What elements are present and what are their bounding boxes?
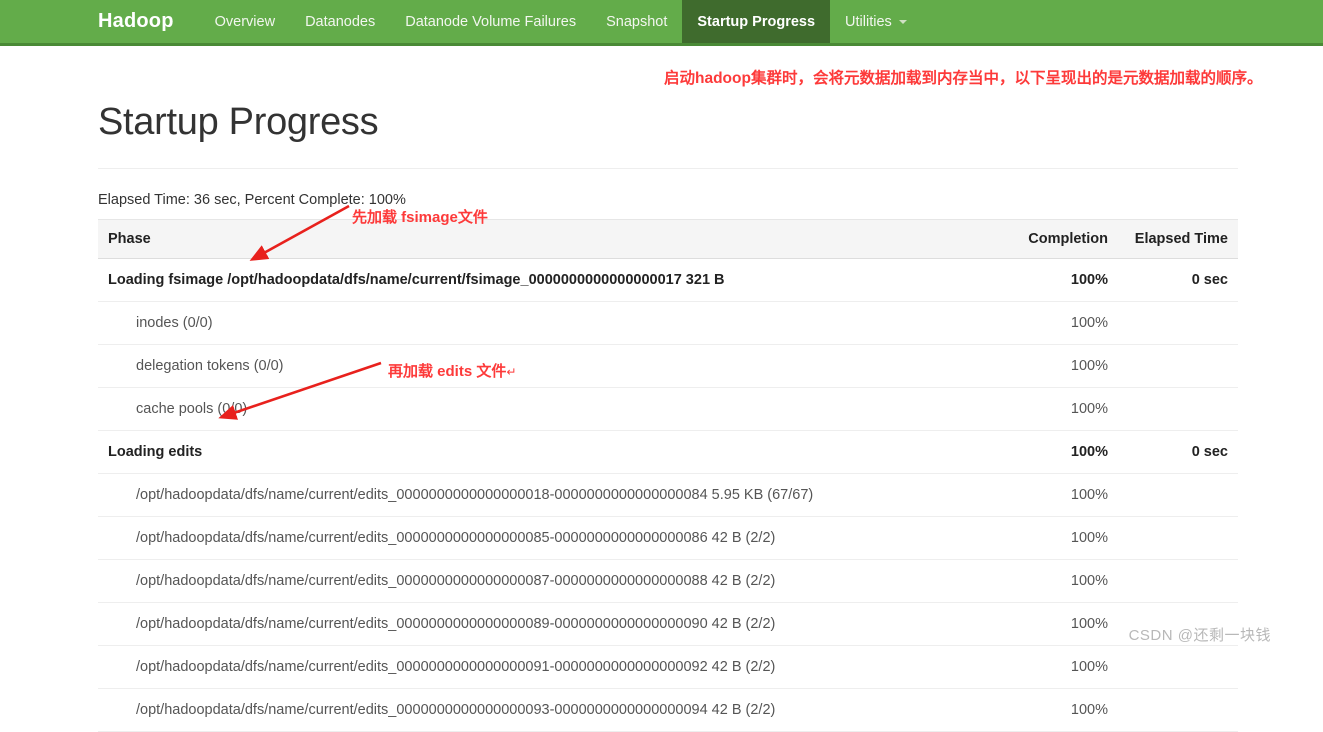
- cell-completion: 100%: [958, 559, 1118, 603]
- cell-phase: cache pools (0/0): [98, 387, 958, 431]
- cell-completion: 100%: [958, 430, 1118, 474]
- startup-progress-table: Phase Completion Elapsed Time Loading fs…: [98, 218, 1238, 732]
- cell-completion: 100%: [958, 301, 1118, 345]
- top-navbar: Hadoop Overview Datanodes Datanode Volum…: [0, 0, 1323, 46]
- cell-elapsed-time: [1118, 387, 1238, 431]
- cell-phase-label: delegation tokens (0/0): [136, 357, 284, 374]
- nav-item-startup-progress[interactable]: Startup Progress: [682, 0, 831, 43]
- cell-elapsed-time: [1118, 688, 1238, 732]
- cell-phase-label: /opt/hadoopdata/dfs/name/current/edits_0…: [136, 529, 776, 546]
- cell-elapsed-time: [1118, 559, 1238, 603]
- cell-elapsed-time: 0 sec: [1118, 258, 1238, 302]
- cell-phase-label: /opt/hadoopdata/dfs/name/current/edits_0…: [136, 701, 776, 718]
- annotation-edits-pilcrow: ↵: [506, 365, 517, 379]
- table-head: Phase Completion Elapsed Time: [98, 218, 1238, 259]
- nav-item-overview[interactable]: Overview: [200, 0, 290, 43]
- annotation-top-note: 启动hadoop集群时，会将元数据加载到内存当中，以下呈现出的是元数据加载的顺序…: [664, 70, 1263, 87]
- table-row: cache pools (0/0) 100%: [98, 387, 1238, 431]
- table-row: Loading edits 100% 0 sec: [98, 430, 1238, 474]
- table-row: /opt/hadoopdata/dfs/name/current/edits_0…: [98, 473, 1238, 517]
- cell-phase: Loading fsimage /opt/hadoopdata/dfs/name…: [98, 258, 958, 302]
- table-body: Loading fsimage /opt/hadoopdata/dfs/name…: [98, 258, 1238, 732]
- nav-item-datanodes[interactable]: Datanodes: [290, 0, 390, 43]
- cell-phase-label: /opt/hadoopdata/dfs/name/current/edits_0…: [136, 486, 814, 503]
- cell-phase: /opt/hadoopdata/dfs/name/current/edits_0…: [98, 516, 958, 560]
- cell-phase: /opt/hadoopdata/dfs/name/current/edits_0…: [98, 559, 958, 603]
- chevron-down-icon: [898, 19, 907, 24]
- cell-completion: 100%: [958, 387, 1118, 431]
- cell-phase: inodes (0/0): [98, 301, 958, 345]
- annotation-edits-note: 再加载 edits 文件↵: [388, 361, 516, 383]
- cell-elapsed-time: [1118, 473, 1238, 517]
- page-content: Startup Progress Elapsed Time: 36 sec, P…: [0, 101, 1323, 732]
- cell-phase-label: /opt/hadoopdata/dfs/name/current/edits_0…: [136, 572, 776, 589]
- table-row: /opt/hadoopdata/dfs/name/current/edits_0…: [98, 602, 1238, 646]
- column-header-phase: Phase: [98, 218, 958, 259]
- brand-logo[interactable]: Hadoop: [98, 0, 200, 43]
- nav-item-utilities[interactable]: Utilities: [830, 0, 922, 43]
- cell-elapsed-time: 0 sec: [1118, 430, 1238, 474]
- column-header-elapsed-time: Elapsed Time: [1118, 218, 1238, 259]
- table-row: /opt/hadoopdata/dfs/name/current/edits_0…: [98, 688, 1238, 732]
- table-row: /opt/hadoopdata/dfs/name/current/edits_0…: [98, 559, 1238, 603]
- elapsed-summary: Elapsed Time: 36 sec, Percent Complete: …: [98, 191, 406, 208]
- cell-completion: 100%: [958, 516, 1118, 560]
- table-row: /opt/hadoopdata/dfs/name/current/edits_0…: [98, 645, 1238, 689]
- cell-phase-label: inodes (0/0): [136, 314, 213, 331]
- table-row: delegation tokens (0/0) 100%: [98, 344, 1238, 388]
- cell-phase-label: /opt/hadoopdata/dfs/name/current/edits_0…: [136, 658, 776, 675]
- cell-phase: Loading edits: [98, 430, 958, 474]
- annotation-fsimage-note: 先加载 fsimage文件: [352, 207, 488, 229]
- cell-completion: 100%: [958, 473, 1118, 517]
- nav-item-datanode-volume-failures[interactable]: Datanode Volume Failures: [390, 0, 591, 43]
- nav-item-snapshot[interactable]: Snapshot: [591, 0, 682, 43]
- cell-completion: 100%: [958, 688, 1118, 732]
- cell-completion: 100%: [958, 602, 1118, 646]
- csdn-watermark: CSDN @还剩一块钱: [1128, 627, 1271, 644]
- cell-phase: /opt/hadoopdata/dfs/name/current/edits_0…: [98, 645, 958, 689]
- page-title: Startup Progress: [98, 101, 379, 143]
- cell-phase: /opt/hadoopdata/dfs/name/current/edits_0…: [98, 473, 958, 517]
- cell-phase-label: /opt/hadoopdata/dfs/name/current/edits_0…: [136, 615, 776, 632]
- table-row: Loading fsimage /opt/hadoopdata/dfs/name…: [98, 258, 1238, 302]
- title-divider: [98, 167, 1238, 169]
- table-header-row: Phase Completion Elapsed Time: [98, 218, 1238, 259]
- table-row: inodes (0/0) 100%: [98, 301, 1238, 345]
- cell-completion: 100%: [958, 645, 1118, 689]
- cell-elapsed-time: [1118, 516, 1238, 560]
- column-header-completion: Completion: [958, 218, 1118, 259]
- cell-phase: /opt/hadoopdata/dfs/name/current/edits_0…: [98, 602, 958, 646]
- cell-completion: 100%: [958, 258, 1118, 302]
- cell-phase: /opt/hadoopdata/dfs/name/current/edits_0…: [98, 688, 958, 732]
- cell-phase-label: cache pools (0/0): [136, 400, 248, 417]
- table-row: /opt/hadoopdata/dfs/name/current/edits_0…: [98, 516, 1238, 560]
- cell-elapsed-time: [1118, 344, 1238, 388]
- annotation-fsimage-text: 先加载 fsimage文件: [352, 209, 488, 226]
- cell-completion: 100%: [958, 344, 1118, 388]
- nav-item-utilities-label: Utilities: [845, 13, 892, 30]
- cell-elapsed-time: [1118, 645, 1238, 689]
- cell-elapsed-time: [1118, 301, 1238, 345]
- cell-phase: delegation tokens (0/0): [98, 344, 958, 388]
- annotation-edits-text: 再加载 edits 文件: [388, 363, 507, 380]
